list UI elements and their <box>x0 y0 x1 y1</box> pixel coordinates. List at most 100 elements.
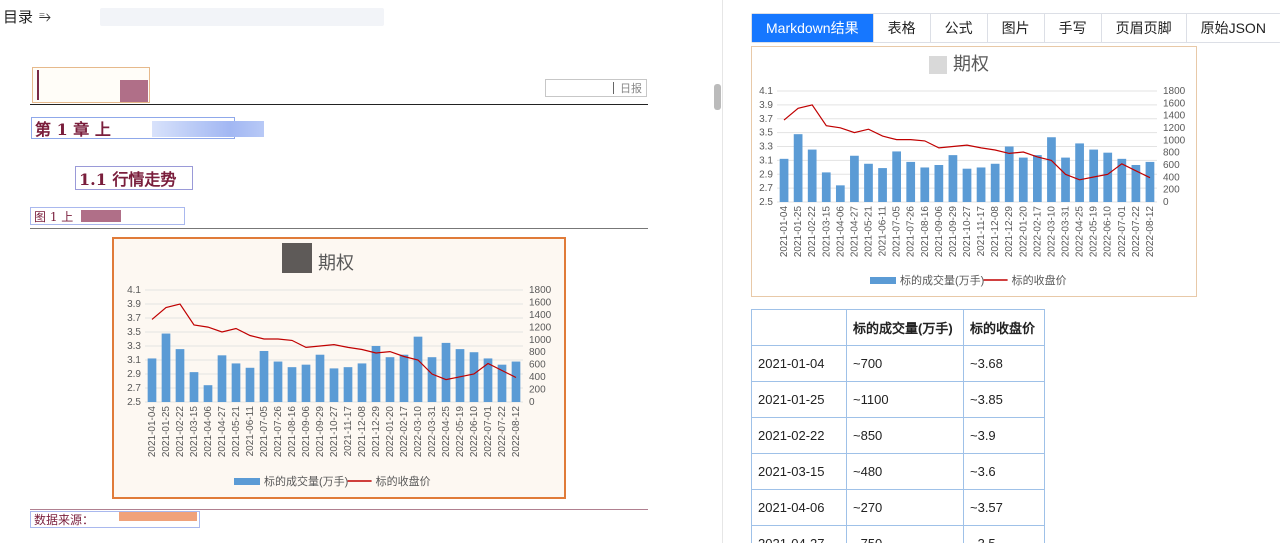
table-cell: ~850 <box>846 417 964 454</box>
title-redacted-block <box>929 56 947 74</box>
volume-bar <box>455 349 465 402</box>
x-tick-label: 2021-05-21 <box>231 406 242 458</box>
x-tick-label: 2021-04-06 <box>835 206 846 258</box>
table-cell: ~750 <box>846 525 964 543</box>
volume-bar <box>273 361 283 402</box>
volume-bar <box>399 354 409 402</box>
y-left-tick-label: 3.7 <box>127 313 141 324</box>
y-left-tick-label: 2.7 <box>759 183 773 194</box>
header-rule <box>30 104 648 105</box>
volume-bar <box>385 357 395 402</box>
volume-bar <box>259 350 269 402</box>
x-tick-label: 2022-05-19 <box>455 406 466 458</box>
y-left-tick-label: 2.9 <box>759 169 773 180</box>
x-tick-label: 2022-02-17 <box>1032 206 1043 258</box>
source-label-box[interactable]: 数据来源： <box>30 511 200 528</box>
y-right-tick-label: 1400 <box>529 310 552 321</box>
source-redacted <box>119 512 197 521</box>
chapter-title-redacted <box>152 121 264 137</box>
volume-bar <box>1047 137 1056 202</box>
figure-caption-redacted <box>81 210 121 222</box>
chart-title: 期权 <box>953 54 989 74</box>
y-right-tick-label: 600 <box>529 360 546 371</box>
x-tick-label: 2022-08-12 <box>1145 206 1156 258</box>
toc-bar: 目录 ⥱ <box>0 0 714 32</box>
y-left-tick-label: 2.5 <box>127 397 141 408</box>
volume-bar <box>287 367 297 402</box>
logo-bar <box>37 70 39 100</box>
table-row: 2021-01-25 ~1100 ~3.85 <box>751 381 1045 418</box>
document-chart-box[interactable]: 期权 2.5 2.7 2.9 3.1 3.3 3.5 3.7 3.9 4.1 0 200 400 600 8… <box>112 237 566 499</box>
tab-handwriting[interactable]: 手写 <box>1044 14 1102 42</box>
chapter-title-box[interactable]: 第 1 章 上 <box>31 117 264 139</box>
result-chart: 期权 2.5 2.7 2.9 3.1 3.3 3.5 3.7 3.9 4.1 0200 4006008… <box>759 54 1186 287</box>
table-cell: ~3.6 <box>963 453 1045 490</box>
pane-divider[interactable] <box>722 0 723 543</box>
x-tick-label: 2021-11-17 <box>343 406 354 457</box>
toc-toggle-icon[interactable]: ⥱ <box>39 8 51 25</box>
volume-bar <box>1103 152 1113 202</box>
x-tick-label: 2021-09-29 <box>948 206 959 258</box>
volume-bar <box>1061 157 1070 202</box>
legend-price-label: 标的收盘价 <box>1012 273 1067 287</box>
tab-formula[interactable]: 公式 <box>930 14 988 42</box>
x-tick-label: 2021-12-08 <box>357 406 368 458</box>
x-tick-label: 2022-04-25 <box>441 406 452 458</box>
table-cell: 2021-04-06 <box>751 489 847 526</box>
tab-table[interactable]: 表格 <box>873 14 931 42</box>
table-header-cell: 标的成交量(万手) <box>846 309 964 346</box>
volume-bar <box>161 333 171 402</box>
x-tick-label: 2022-07-22 <box>497 406 508 458</box>
table-row: 2021-03-15 ~480 ~3.6 <box>751 453 1045 490</box>
document-preview-pane: 目录 ⥱ 日报 第 1 章 上 1.1 行情走势 图 1 上 期权 2.5 2.7 2… <box>0 0 714 543</box>
x-tick-label: 2021-09-29 <box>315 406 326 458</box>
y-left-tick-label: 2.5 <box>759 197 773 208</box>
tab-image[interactable]: 图片 <box>987 14 1045 42</box>
volume-bar <box>1075 143 1084 202</box>
tab-markdown[interactable]: Markdown结果 <box>752 14 874 42</box>
volume-bar <box>315 354 325 402</box>
x-tick-label: 2022-02-17 <box>399 406 410 458</box>
volume-bar <box>427 357 437 402</box>
volume-bar <box>1033 155 1042 202</box>
table-header-cell <box>751 309 847 346</box>
volume-bar <box>371 346 381 402</box>
table-row: 2021-02-22 ~850 ~3.9 <box>751 417 1045 454</box>
x-tick-label: 2021-12-29 <box>1004 206 1015 258</box>
x-tick-label: 2021-10-27 <box>329 406 340 458</box>
preview-scrollbar[interactable] <box>714 84 721 110</box>
tab-header-footer[interactable]: 页眉页脚 <box>1101 14 1187 42</box>
volume-bar <box>231 363 241 402</box>
volume-bar <box>441 342 451 402</box>
tab-raw-json[interactable]: 原始JSON <box>1186 14 1280 42</box>
volume-bar <box>203 385 213 402</box>
legend-volume-swatch <box>234 478 260 485</box>
source-label: 数据来源： <box>34 513 95 527</box>
y-right-tick-label: 600 <box>1163 160 1180 171</box>
y-right-tick-label: 1400 <box>1163 111 1186 122</box>
table-cell: 2021-04-27 <box>751 525 847 543</box>
doc-header-report-type: 日报 <box>545 79 647 97</box>
table-cell: ~270 <box>846 489 964 526</box>
volume-bar <box>793 134 803 202</box>
y-left-tick-label: 2.7 <box>127 383 141 394</box>
y-right-tick-label: 800 <box>529 347 546 358</box>
y-right-tick-label: 400 <box>529 372 546 383</box>
y-left-tick-label: 4.1 <box>127 285 141 296</box>
x-tick-label: 2021-09-06 <box>301 406 312 458</box>
x-tick-label: 2021-02-22 <box>807 206 818 258</box>
table-cell: ~3.85 <box>963 381 1045 418</box>
legend-price-label: 标的收盘价 <box>376 474 431 488</box>
x-tick-label: 2022-03-31 <box>427 406 438 458</box>
x-tick-label: 2021-06-11 <box>245 406 256 457</box>
y-left-tick-label: 3.1 <box>127 355 141 366</box>
volume-bar <box>878 168 887 202</box>
chart-title: 期权 <box>318 253 354 273</box>
volume-bar <box>329 368 339 402</box>
doc-header-logo <box>32 67 150 103</box>
volume-bar <box>920 167 930 202</box>
section-title: 1.1 行情走势 <box>79 170 177 189</box>
figure-caption-box[interactable]: 图 1 上 <box>30 207 185 225</box>
volume-bar <box>948 155 958 202</box>
section-title-box[interactable]: 1.1 行情走势 <box>75 166 193 190</box>
